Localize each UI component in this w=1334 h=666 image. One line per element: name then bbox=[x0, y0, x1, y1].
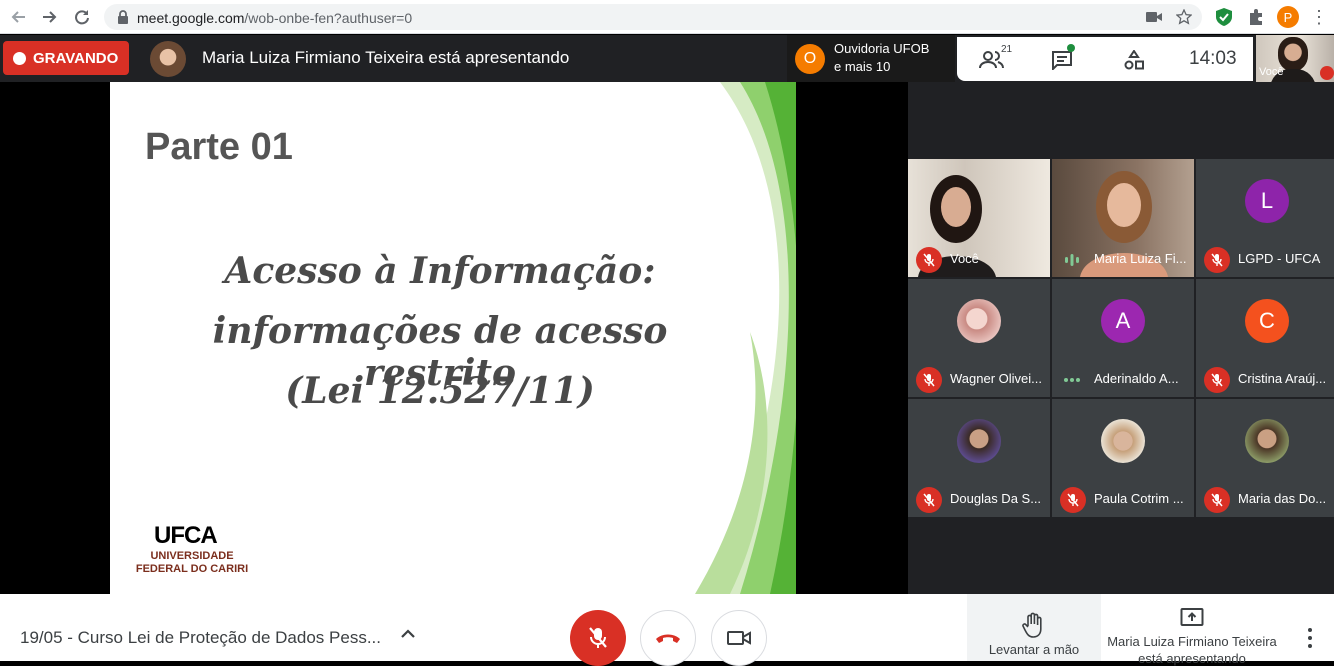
camera-icon[interactable] bbox=[1144, 8, 1164, 26]
more-options-dots-icon bbox=[1062, 372, 1082, 388]
present-screen-icon bbox=[1180, 608, 1204, 626]
recording-label: GRAVANDO bbox=[33, 49, 119, 67]
camera-toggle-button[interactable] bbox=[711, 610, 767, 666]
browser-toolbar: meet.google.com/wob-onbe-fen?authuser=0 … bbox=[0, 0, 1334, 34]
hang-up-button[interactable] bbox=[640, 610, 696, 666]
self-view-thumbnail[interactable]: Você bbox=[1256, 35, 1334, 82]
shield-extension-icon[interactable] bbox=[1213, 6, 1235, 28]
mic-off-icon bbox=[916, 367, 942, 393]
participant-avatar bbox=[1101, 419, 1145, 463]
ufca-logo: UFCA UNIVERSIDADE FEDERAL DO CARIRI bbox=[132, 522, 252, 576]
recording-dot-icon bbox=[13, 51, 26, 65]
reload-icon[interactable] bbox=[72, 7, 92, 27]
profile-avatar[interactable]: P bbox=[1277, 6, 1299, 28]
speaking-indicator-icon bbox=[1062, 252, 1082, 268]
self-view-label: Você bbox=[1259, 66, 1284, 78]
mic-off-icon bbox=[589, 627, 607, 648]
recording-badge: GRAVANDO bbox=[3, 41, 129, 75]
browser-menu-icon[interactable]: ⋮ bbox=[1310, 6, 1328, 28]
participant-tile[interactable]: C Cristina Araúj... bbox=[1196, 279, 1334, 397]
self-mic-off-icon bbox=[1320, 66, 1334, 80]
participant-name: Paula Cotrim ... bbox=[1094, 491, 1184, 506]
participant-name: Cristina Araúj... bbox=[1238, 371, 1327, 386]
participant-avatar: C bbox=[1245, 299, 1289, 343]
participant-avatar: L bbox=[1245, 179, 1289, 223]
participant-name: Maria das Do... bbox=[1238, 491, 1327, 506]
meet-top-bar: GRAVANDO Maria Luiza Firmiano Teixeira e… bbox=[0, 35, 1334, 82]
logo-line2: FEDERAL DO CARIRI bbox=[135, 563, 249, 575]
notification-avatar: O bbox=[795, 44, 825, 74]
chat-unread-dot bbox=[1067, 44, 1075, 52]
back-arrow-icon[interactable] bbox=[8, 7, 28, 27]
mic-off-icon bbox=[1060, 487, 1086, 513]
chevron-up-icon[interactable] bbox=[398, 626, 420, 646]
participant-name: Wagner Olivei... bbox=[950, 371, 1042, 386]
participant-name: Você bbox=[950, 251, 979, 266]
url-text: meet.google.com/wob-onbe-fen?authuser=0 bbox=[137, 10, 413, 26]
extensions-puzzle-icon[interactable] bbox=[1245, 6, 1267, 28]
mic-off-icon bbox=[1204, 367, 1230, 393]
logo-line1: UNIVERSIDADE bbox=[150, 550, 234, 562]
ufca-logo-mark: UFCA bbox=[154, 522, 218, 549]
meeting-title[interactable]: 19/05 - Curso Lei de Proteção de Dados P… bbox=[20, 628, 381, 648]
presentation-slide: Parte 01 Acesso à Informação: informaçõe… bbox=[110, 82, 796, 594]
participant-tile[interactable]: Maria das Do... bbox=[1196, 399, 1334, 517]
meeting-tools: 21 14:03 bbox=[957, 37, 1253, 81]
presenting-caption: está apresentando bbox=[1138, 651, 1246, 666]
participant-avatar bbox=[957, 299, 1001, 343]
slide-title-line3: (Lei 12.527/11) bbox=[285, 370, 595, 412]
participant-tile[interactable]: L LGPD - UFCA bbox=[1196, 159, 1334, 277]
presenting-status: Maria Luiza Firmiano Teixeira está apres… bbox=[202, 48, 570, 67]
participant-tile[interactable]: Douglas Da S... bbox=[908, 399, 1050, 517]
lock-icon bbox=[118, 10, 128, 24]
participant-name: Douglas Da S... bbox=[950, 491, 1042, 506]
mic-off-icon bbox=[1204, 487, 1230, 513]
presenting-name: Maria Luiza Firmiano Teixeira bbox=[1107, 634, 1277, 649]
participant-tile[interactable]: Você bbox=[908, 159, 1050, 277]
more-options-icon[interactable] bbox=[1300, 624, 1320, 652]
mic-off-icon bbox=[916, 487, 942, 513]
participant-grid: Você Maria Luiza Fi... L LGPD - UFCA Wag… bbox=[908, 82, 1334, 594]
mic-off-icon bbox=[1204, 247, 1230, 273]
address-bar[interactable]: meet.google.com/wob-onbe-fen?authuser=0 bbox=[104, 4, 1202, 30]
participant-name: Aderinaldo A... bbox=[1094, 371, 1179, 386]
presentation-status-button[interactable]: Maria Luiza Firmiano Teixeira está apres… bbox=[1101, 594, 1283, 666]
presentation-stage: Parte 01 Acesso à Informação: informaçõe… bbox=[0, 82, 908, 594]
participant-avatar: A bbox=[1101, 299, 1145, 343]
participant-avatar bbox=[957, 419, 1001, 463]
participant-avatar bbox=[1245, 419, 1289, 463]
mic-off-icon bbox=[916, 247, 942, 273]
join-notification[interactable]: O Ouvidoria UFOB e mais 10 bbox=[787, 35, 955, 82]
slide-section-label: Parte 01 bbox=[145, 126, 293, 168]
raise-hand-button[interactable]: Levantar a mão bbox=[967, 594, 1101, 661]
microphone-toggle-button[interactable] bbox=[570, 610, 626, 666]
participant-tile[interactable]: A Aderinaldo A... bbox=[1052, 279, 1194, 397]
notification-line2: e mais 10 bbox=[834, 59, 891, 74]
participant-tile[interactable]: Maria Luiza Fi... bbox=[1052, 159, 1194, 277]
video-camera-icon bbox=[727, 631, 751, 645]
participant-name: LGPD - UFCA bbox=[1238, 251, 1321, 266]
hang-up-phone-icon bbox=[656, 634, 680, 643]
bookmark-star-icon[interactable] bbox=[1174, 8, 1194, 26]
notification-line1: Ouvidoria UFOB bbox=[834, 41, 930, 56]
activities-icon[interactable] bbox=[1119, 47, 1149, 73]
forward-arrow-icon[interactable] bbox=[40, 7, 60, 27]
raise-hand-icon bbox=[1022, 612, 1042, 638]
participant-tile[interactable]: Wagner Olivei... bbox=[908, 279, 1050, 397]
participant-tile[interactable]: Paula Cotrim ... bbox=[1052, 399, 1194, 517]
presenter-avatar bbox=[150, 41, 186, 77]
slide-title-line1: Acesso à Informação: bbox=[224, 250, 656, 292]
raise-hand-label: Levantar a mão bbox=[988, 642, 1080, 657]
bottom-control-bar: 19/05 - Curso Lei de Proteção de Dados P… bbox=[0, 594, 1334, 666]
people-count: 21 bbox=[1001, 44, 1013, 55]
participant-name: Maria Luiza Fi... bbox=[1094, 251, 1187, 266]
meeting-clock: 14:03 bbox=[1189, 48, 1237, 69]
